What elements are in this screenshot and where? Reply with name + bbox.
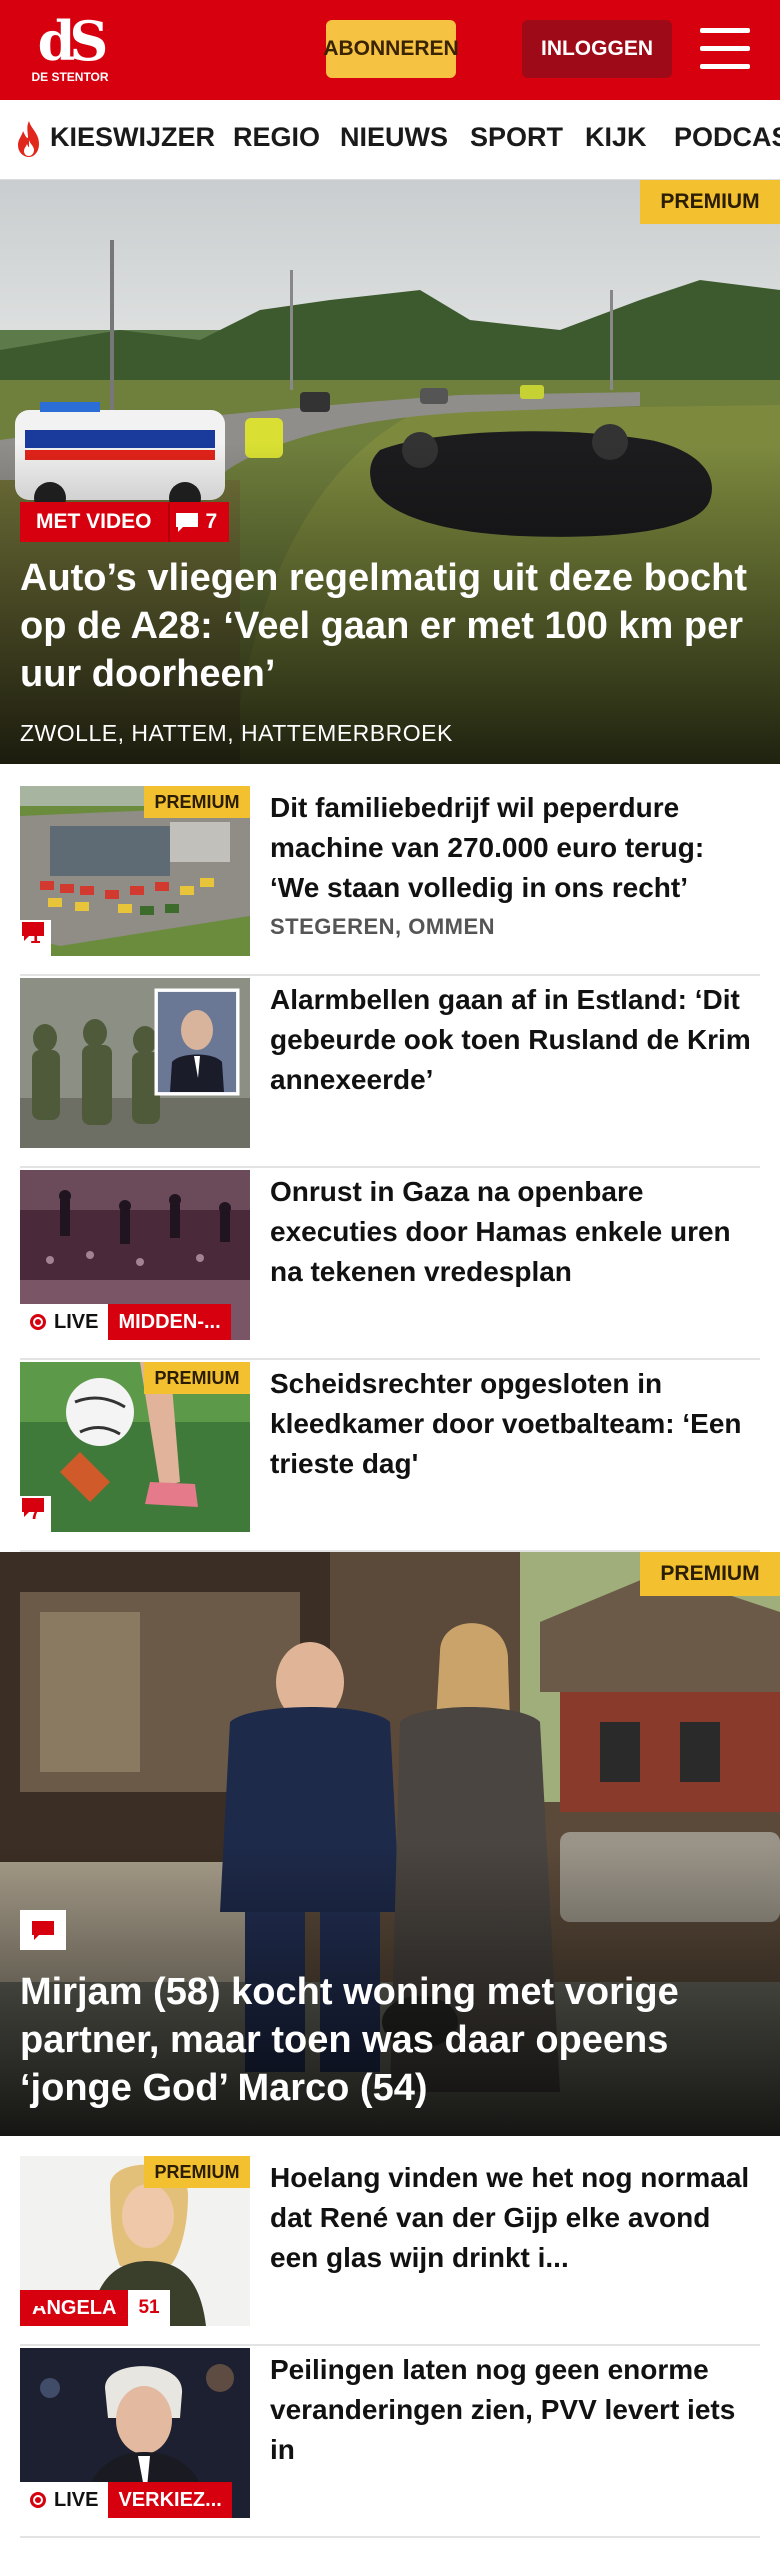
comment-count-value: 7 — [205, 510, 218, 533]
list-item[interactable]: LIVE VERKIEZ... Peilingen laten nog geen… — [20, 2348, 760, 2538]
nav-item-podcast[interactable]: PODCAST — [674, 122, 780, 153]
logo-mark: dS — [37, 9, 109, 73]
article-title[interactable]: Dit familiebedrijf wil peperdure machine… — [270, 788, 760, 908]
premium-badge: PREMIUM — [640, 1552, 780, 1596]
premium-badge: PREMIUM — [640, 180, 780, 224]
article-thumbnail: LIVE MIDDEN-... — [20, 1170, 250, 1340]
nav-item-kieswijzer[interactable]: KIESWIJZER — [50, 122, 215, 153]
site-logo[interactable]: dS DE STENTOR — [28, 14, 112, 90]
nav-item-regio[interactable]: REGIO — [233, 122, 320, 153]
comment-count-value: 51 — [138, 2297, 160, 2318]
comment-icon — [22, 2292, 44, 2311]
list-item[interactable]: PREMIUM 1 Dit familiebedrijf wil peperdu… — [20, 786, 760, 976]
section-label[interactable]: VERKIEZ... — [108, 2482, 232, 2518]
live-label: LIVE — [54, 2488, 99, 2511]
article-title[interactable]: Hoelang vinden we het nog normaal dat Re… — [270, 2158, 760, 2278]
comment-icon — [32, 1921, 54, 1940]
comment-count[interactable]: 7 — [20, 1496, 51, 1532]
comment-count[interactable]: 7 — [167, 502, 230, 542]
login-button[interactable]: INLOGGEN — [522, 20, 672, 78]
premium-badge: PREMIUM — [144, 1362, 250, 1394]
comment-icon — [22, 922, 44, 941]
comment-icon — [22, 1498, 44, 1517]
hamburger-menu-icon[interactable] — [700, 28, 750, 70]
article-location: STEGEREN, OMMEN — [270, 914, 496, 939]
nav-item-sport[interactable]: SPORT — [470, 122, 563, 153]
flame-icon — [18, 121, 39, 157]
live-label: LIVE — [54, 1310, 99, 1333]
nav-item-kijk[interactable]: KIJK — [585, 122, 647, 153]
live-indicator: LIVE — [20, 2482, 109, 2518]
comment-count[interactable]: 51 — [22, 2290, 170, 2326]
video-tag: MET VIDEO 7 — [20, 502, 230, 542]
article-thumbnail — [20, 978, 250, 1148]
logo-text: DE STENTOR — [31, 70, 109, 84]
hero-location: ZWOLLE, HATTEM, HATTEMERBROEK — [20, 720, 453, 746]
live-tag: LIVE VERKIEZ... — [20, 2482, 232, 2518]
list-item[interactable]: Alarmbellen gaan af in Estland: ‘Dit geb… — [20, 978, 760, 1168]
subscribe-button[interactable]: ABONNEREN — [323, 20, 459, 78]
comment-button[interactable] — [20, 1910, 66, 1950]
premium-badge: PREMIUM — [144, 2156, 250, 2188]
article-title[interactable]: Onrust in Gaza na openbare executies doo… — [270, 1172, 760, 1292]
comment-count[interactable]: 1 — [20, 920, 51, 956]
premium-badge: PREMIUM — [144, 786, 250, 818]
live-dot-icon — [30, 1314, 46, 1330]
live-indicator: LIVE — [20, 1304, 109, 1340]
article-title[interactable]: Peilingen laten nog geen enorme verander… — [270, 2350, 760, 2470]
main-nav: KIESWIJZER REGIO NIEUWS SPORT KIJK PODCA… — [0, 100, 780, 180]
list-item[interactable]: LIVE MIDDEN-... Onrust in Gaza na openba… — [20, 1170, 760, 1360]
live-dot-icon — [30, 2492, 46, 2508]
live-tag: LIVE MIDDEN-... — [20, 1304, 231, 1340]
video-label: MET VIDEO — [20, 502, 168, 542]
article-thumbnail: PREMIUM 7 — [20, 1362, 250, 1532]
article-thumbnail: LIVE VERKIEZ... — [20, 2348, 250, 2518]
section-label[interactable]: MIDDEN-... — [108, 1304, 231, 1340]
comment-icon — [175, 513, 198, 532]
feature-title[interactable]: Mirjam (58) kocht woning met vorige part… — [20, 1968, 760, 2112]
article-thumbnail: PREMIUM 1 — [20, 786, 250, 956]
site-header: dS DE STENTOR ABONNEREN INLOGGEN — [0, 0, 780, 100]
article-title[interactable]: Scheidsrechter opgesloten in kleedkamer … — [270, 1364, 760, 1484]
list-item[interactable]: PREMIUM 7 Scheidsrechter opgesloten in k… — [20, 1362, 760, 1552]
thumbnail-image — [20, 978, 250, 1148]
nav-item-nieuws[interactable]: NIEUWS — [340, 122, 448, 153]
author-tag: ANGELA 51 — [20, 2290, 170, 2326]
hero-title[interactable]: Auto’s vliegen regelmatig uit deze bocht… — [20, 554, 760, 698]
feature-article[interactable]: PREMIUM Mirjam (58) kocht woning met vor… — [0, 1552, 780, 2136]
article-thumbnail: PREMIUM ANGELA 51 — [20, 2156, 250, 2326]
article-title[interactable]: Alarmbellen gaan af in Estland: ‘Dit geb… — [270, 980, 760, 1100]
hero-article[interactable]: PREMIUM MET VIDEO 7 Auto’s vliegen regel… — [0, 180, 780, 764]
list-item[interactable]: PREMIUM ANGELA 51 Hoelang vinden we het … — [20, 2156, 760, 2346]
